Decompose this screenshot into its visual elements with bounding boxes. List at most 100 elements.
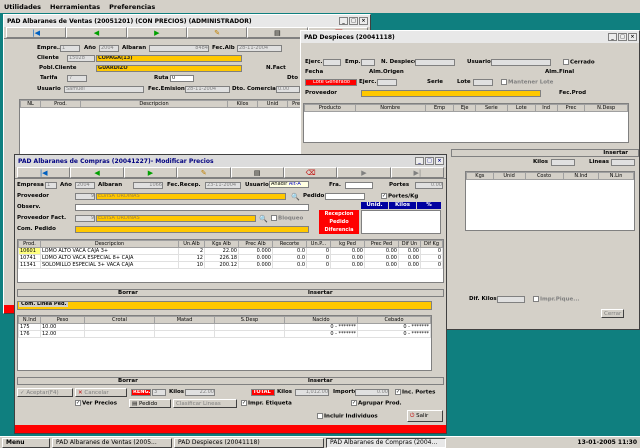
pedido-button[interactable]: ▤ Pedido bbox=[129, 399, 171, 408]
col-header[interactable]: Lote bbox=[506, 104, 536, 112]
minimize-icon[interactable]: _ bbox=[339, 17, 348, 25]
ndespiece-field[interactable] bbox=[415, 59, 455, 66]
col-header[interactable]: Prod. bbox=[18, 240, 41, 248]
borrar-button[interactable]: Borrar bbox=[118, 378, 138, 384]
lineas-field[interactable] bbox=[611, 159, 635, 166]
table-cell[interactable]: 0.000 bbox=[238, 247, 273, 255]
pedido-field[interactable] bbox=[325, 193, 365, 200]
table-cell[interactable]: 10.00 bbox=[40, 323, 85, 331]
table-cell[interactable]: 0 bbox=[306, 247, 331, 255]
maximize-icon[interactable]: □ bbox=[349, 17, 358, 25]
col-header[interactable]: S.Desp bbox=[214, 316, 285, 324]
close-icon[interactable]: × bbox=[435, 157, 444, 165]
ejerc-field[interactable] bbox=[323, 59, 341, 66]
table-cell[interactable]: 0 bbox=[306, 254, 331, 262]
menu-herramientas[interactable]: Herramientas bbox=[50, 3, 100, 11]
task-despieces[interactable]: PAD Despieces (20041118) bbox=[174, 437, 324, 448]
col-header[interactable]: Eje bbox=[453, 104, 476, 112]
table-cell[interactable] bbox=[84, 323, 155, 331]
table-row[interactable]: 10741 LOMO ALTO VACA ESPECIAL 8+ CAJA 12 22… bbox=[18, 254, 443, 262]
col-header[interactable]: Prec Alb bbox=[238, 240, 273, 248]
table-cell[interactable] bbox=[214, 323, 285, 331]
col-header[interactable]: Serie bbox=[474, 104, 508, 112]
ventas-lines-grid[interactable]: NL Prod. Descripcion Kilos Unid Prec bbox=[19, 99, 309, 159]
proveedor-fact-code-field[interactable]: 9 bbox=[75, 215, 95, 222]
table-cell[interactable]: LOMO ALTO VACA CAJA 3+ bbox=[40, 247, 179, 255]
col-header[interactable]: N.Ind bbox=[562, 172, 600, 180]
search-icon[interactable]: 🔍 bbox=[291, 193, 300, 201]
emp-field[interactable] bbox=[361, 59, 375, 66]
col-header[interactable]: N.Desp bbox=[584, 104, 628, 112]
table-cell[interactable]: 2 bbox=[178, 247, 205, 255]
table-cell[interactable]: 0 - ******* bbox=[284, 330, 358, 338]
col-header[interactable]: kg Ped bbox=[330, 240, 365, 248]
table-cell[interactable]: 0 - ******* bbox=[357, 323, 431, 331]
empresa-field[interactable]: 1 bbox=[60, 45, 80, 52]
document-icon[interactable]: ▤ bbox=[230, 167, 284, 178]
cerrar-button[interactable]: Cerrar bbox=[601, 309, 625, 318]
col-header[interactable]: Nombre bbox=[354, 104, 426, 112]
cancelar-button[interactable]: ✕ Cancelar bbox=[75, 388, 127, 397]
insertar-button[interactable]: Insertar bbox=[308, 378, 333, 384]
table-cell[interactable]: 0.00 bbox=[330, 254, 365, 262]
observ-field[interactable] bbox=[75, 204, 309, 211]
table-cell[interactable]: 0 - ******* bbox=[357, 330, 431, 338]
borrar-button[interactable]: Borrar bbox=[118, 290, 138, 296]
edit-icon[interactable]: ✎ bbox=[177, 167, 231, 178]
col-header[interactable]: Descripcion bbox=[80, 100, 228, 108]
col-header[interactable]: Prec Ped bbox=[364, 240, 399, 248]
col-header[interactable]: Unid bbox=[257, 100, 288, 108]
task-ventas[interactable]: PAD Albaranes de Ventas (2005... bbox=[52, 437, 172, 448]
close-icon[interactable]: × bbox=[359, 17, 368, 25]
col-header[interactable]: Crotal bbox=[84, 316, 155, 324]
col-header[interactable]: Cebado bbox=[357, 316, 431, 324]
table-row[interactable]: 176 12.00 0 - ******* 0 - ******* bbox=[18, 330, 431, 338]
portes-field[interactable]: 0.00 bbox=[415, 182, 443, 189]
table-cell[interactable]: LOMO ALTO VACA ESPECIAL 8+ CAJA bbox=[40, 254, 179, 262]
table-cell[interactable]: 0.0 bbox=[272, 247, 307, 255]
maximize-icon[interactable]: □ bbox=[425, 157, 434, 165]
delete-icon[interactable]: ⌫ bbox=[283, 167, 338, 178]
dif-kilos-field[interactable] bbox=[497, 296, 525, 303]
cliente-field[interactable]: COPAGA(13) bbox=[96, 55, 242, 62]
table-cell[interactable]: 226.18 bbox=[204, 254, 239, 262]
edit-icon[interactable]: ✎ bbox=[186, 27, 248, 38]
compras-individuals-grid[interactable]: N.Ind Peso Crotal Matad S.Desp Nacido Ce… bbox=[17, 315, 432, 371]
albaran-field[interactable]: 8484 bbox=[149, 45, 209, 52]
table-row[interactable]: 175 10.00 0 - ******* 0 - ******* bbox=[18, 323, 431, 331]
lote-field[interactable] bbox=[473, 79, 493, 86]
table-cell[interactable]: 0.00 bbox=[330, 261, 365, 269]
document-icon[interactable]: ▤ bbox=[247, 27, 308, 38]
table-cell[interactable] bbox=[154, 323, 215, 331]
table-cell[interactable]: 0 bbox=[306, 261, 331, 269]
proveedor-fact-field[interactable]: ELVISA ORDINAS bbox=[96, 215, 256, 222]
com-linea-field[interactable]: Com. Linea Ped. bbox=[17, 301, 432, 310]
ano-field[interactable]: 2004 bbox=[75, 182, 95, 189]
table-cell[interactable]: 0.000 bbox=[238, 254, 273, 262]
table-cell[interactable]: 12.00 bbox=[40, 330, 85, 338]
fec-recep-field[interactable]: 23-11-2004 bbox=[205, 182, 241, 189]
proveedor-field[interactable]: ELVISA ORDINAS bbox=[96, 193, 286, 200]
table-cell[interactable]: 0.00 bbox=[398, 247, 421, 255]
col-header[interactable]: Recorte bbox=[272, 240, 307, 248]
empresa-field[interactable]: 1 bbox=[45, 182, 57, 189]
pobl-field[interactable]: GUARDIZO bbox=[96, 65, 242, 72]
col-header[interactable]: Ind bbox=[534, 104, 558, 112]
aceptar-button[interactable]: ✓ Aceptar(F4) bbox=[17, 388, 73, 397]
ruta-field[interactable]: 0 bbox=[170, 75, 194, 82]
usuario-field[interactable]: Samuel bbox=[64, 86, 144, 93]
col-header[interactable]: Dif Un bbox=[398, 240, 421, 248]
kilos-field[interactable] bbox=[551, 159, 575, 166]
table-cell[interactable]: 22.00 bbox=[204, 247, 239, 255]
incluir-individuos-checkbox[interactable]: Incluir Individuos bbox=[317, 413, 378, 420]
col-header[interactable]: Peso bbox=[40, 316, 85, 324]
table-cell[interactable] bbox=[84, 330, 155, 338]
prev-icon[interactable]: ◀ bbox=[66, 27, 127, 38]
minimize-icon[interactable]: _ bbox=[415, 157, 424, 165]
next-icon[interactable]: ▶ bbox=[123, 167, 178, 178]
fec-emision-field[interactable]: 28-11-2004 bbox=[185, 86, 230, 93]
table-cell[interactable]: 0.00 bbox=[364, 261, 399, 269]
fec-alb-field[interactable]: 28-11-2004 bbox=[237, 45, 282, 52]
insertar-bar[interactable]: Insertar bbox=[451, 149, 639, 157]
table-cell[interactable] bbox=[214, 330, 285, 338]
